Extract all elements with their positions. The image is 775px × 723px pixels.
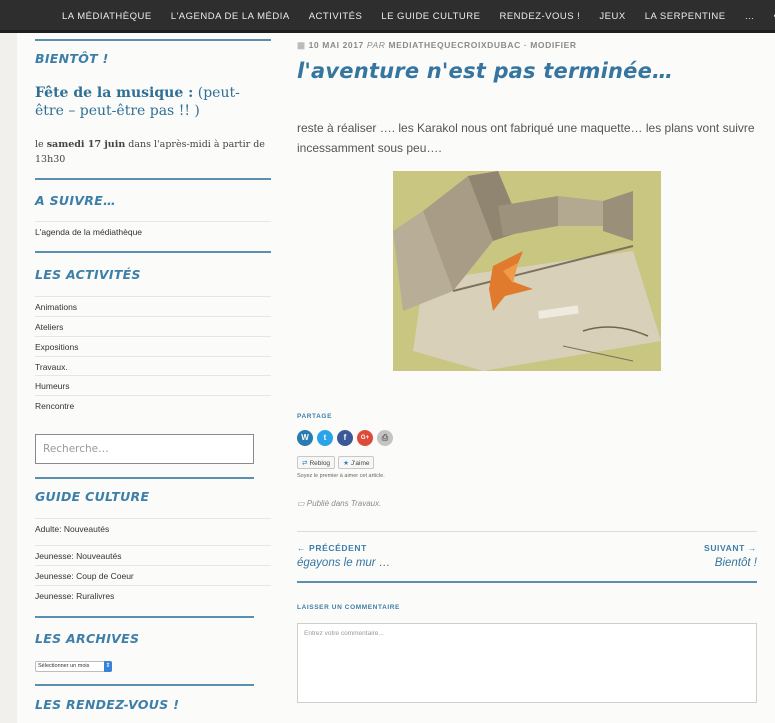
like-button[interactable]: ★ J'aime xyxy=(338,456,375,469)
posted-in-prefix: Publié dans xyxy=(306,499,351,508)
widget-title-guide-culture: GUIDE CULTURE xyxy=(35,489,150,504)
nav-item-agenda[interactable]: L'AGENDA DE LA MÉDIA xyxy=(171,11,290,22)
posted-in: ▭ Publié dans Travaux. xyxy=(297,499,381,508)
widget-title-bientot: BIENTÔT ! xyxy=(35,51,109,66)
event-date-prefix: le xyxy=(35,139,47,150)
sidebar-item-jeunesse-coup-de-coeur[interactable]: Jeunesse: Coup de Coeur xyxy=(35,565,271,585)
post-title: l'aventure n'est pas terminée… xyxy=(297,59,674,83)
like-buttons: ⇄ Reblog ★ J'aime xyxy=(297,456,377,469)
post-image[interactable] xyxy=(393,171,661,371)
nav-item-mediatheque[interactable]: LA MÉDIATHÈQUE xyxy=(62,11,152,22)
post-meta: ▦ 10 MAI 2017 PAR MEDIATHEQUECROIXDUBAC … xyxy=(297,40,577,51)
next-post-label: SUIVANT → xyxy=(704,543,757,553)
twitter-icon[interactable]: t xyxy=(317,430,333,446)
post-nav-divider xyxy=(297,581,757,583)
event-name[interactable]: Fête de la musique : (peut-être – peut-ê… xyxy=(35,84,265,120)
nav-item-activites[interactable]: ACTIVITÉS xyxy=(309,11,363,22)
post-body: reste à réaliser …. les Karakol nous ont… xyxy=(297,121,755,155)
sidebar-item-expositions[interactable]: Expositions xyxy=(35,336,271,356)
star-icon: ★ xyxy=(343,460,349,467)
nav-item-rendez-vous[interactable]: RENDEZ-VOUS ! xyxy=(499,11,580,22)
event-date-day: samedi 17 juin xyxy=(46,139,126,150)
sidebar-item-jeunesse-ruralivres[interactable]: Jeunesse: Ruralivres xyxy=(35,585,271,605)
model-photo-illustration xyxy=(393,171,661,371)
like-note: Soyez le premier à aimer cet article. xyxy=(297,473,385,479)
reblog-button[interactable]: ⇄ Reblog xyxy=(297,456,336,469)
sidebar-item-rencontre[interactable]: Rencontre xyxy=(35,395,271,415)
share-buttons: W t f G+ ⎙ xyxy=(297,430,397,446)
post-date[interactable]: 10 MAI 2017 xyxy=(309,40,364,50)
widget-title-a-suivre: A SUIVRE… xyxy=(35,193,116,208)
widget-title-archives: LES ARCHIVES xyxy=(35,631,140,646)
divider xyxy=(297,531,757,532)
widget-title-activites: LES ACTIVITÉS xyxy=(35,267,141,282)
page: BIENTÔT ! Fête de la musique : (peut-êtr… xyxy=(17,33,775,723)
share-label: PARTAGE xyxy=(297,413,333,420)
event-date: le samedi 17 juin dans l'après-midi à pa… xyxy=(35,137,271,167)
reblog-icon: ⇄ xyxy=(302,460,308,467)
next-post-link[interactable]: Bientôt ! xyxy=(715,557,757,569)
meta-separator: · xyxy=(523,40,528,50)
nav-item-guide-culture[interactable]: LE GUIDE CULTURE xyxy=(381,11,480,22)
widget-divider xyxy=(35,684,254,686)
folder-icon: ▭ xyxy=(297,499,305,508)
calendar-icon: ▦ xyxy=(297,40,306,50)
top-nav: LA MÉDIATHÈQUE L'AGENDA DE LA MÉDIA ACTI… xyxy=(0,0,775,33)
widget-divider xyxy=(35,39,271,41)
sidebar-item-ateliers[interactable]: Ateliers xyxy=(35,316,271,336)
widget-divider xyxy=(35,251,271,253)
comment-section-title: LAISSER UN COMMENTAIRE xyxy=(297,604,400,611)
reblog-label: Reblog xyxy=(309,460,331,467)
widget-title-rendez-vous: LES RENDEZ-VOUS ! xyxy=(35,697,180,712)
category-link[interactable]: Travaux. xyxy=(351,499,382,508)
facebook-icon[interactable]: f xyxy=(337,430,353,446)
sidebar-item-travaux[interactable]: Travaux. xyxy=(35,356,271,376)
nav-item-more[interactable]: … xyxy=(745,11,755,22)
event-name-strong: Fête de la musique : xyxy=(35,85,194,101)
sidebar-item-agenda[interactable]: L'agenda de la médiathèque xyxy=(35,221,271,241)
chevron-down-icon: ⇕ xyxy=(104,661,112,672)
post-by: PAR xyxy=(366,40,386,50)
prev-post-link[interactable]: égayons le mur … xyxy=(297,557,390,569)
prev-post-label: ← PRÉCÉDENT xyxy=(297,543,367,553)
nav-item-serpentine[interactable]: LA SERPENTINE xyxy=(645,11,726,22)
edit-link[interactable]: MODIFIER xyxy=(530,40,576,50)
search-input[interactable]: Recherche… xyxy=(35,434,254,464)
sidebar-item-humeurs[interactable]: Humeurs xyxy=(35,375,271,395)
sidebar-item-adulte-nouveautes[interactable]: Adulte: Nouveautés xyxy=(35,518,271,538)
sidebar-item-animations[interactable]: Animations xyxy=(35,296,271,316)
widget-divider xyxy=(35,477,254,479)
archives-select-value: Sélectionner un mois xyxy=(38,663,90,669)
widget-divider xyxy=(35,178,271,180)
wordpress-icon[interactable]: W xyxy=(297,430,313,446)
post-author[interactable]: MEDIATHEQUECROIXDUBAC xyxy=(388,40,520,50)
like-label: J'aime xyxy=(350,460,370,467)
comment-textarea[interactable]: Entrez votre commentaire... xyxy=(297,623,757,703)
sidebar-item-jeunesse-nouveautes[interactable]: Jeunesse: Nouveautés xyxy=(35,545,271,565)
top-nav-menu: LA MÉDIATHÈQUE L'AGENDA DE LA MÉDIA ACTI… xyxy=(62,0,775,33)
google-plus-icon[interactable]: G+ xyxy=(357,430,373,446)
nav-item-jeux[interactable]: JEUX xyxy=(599,11,625,22)
archives-month-select[interactable]: Sélectionner un mois ⇕ xyxy=(35,661,112,672)
widget-divider xyxy=(35,616,254,618)
print-icon[interactable]: ⎙ xyxy=(377,430,393,446)
